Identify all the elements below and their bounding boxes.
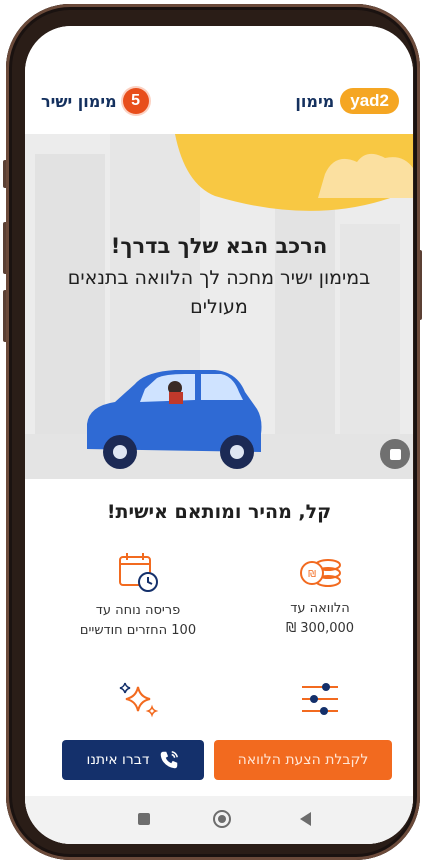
status-bar [25, 26, 413, 66]
stop-icon [389, 448, 401, 460]
mimun-yashir-logo[interactable]: 5 מימון ישיר [41, 88, 149, 114]
back-button[interactable] [300, 812, 311, 826]
app-header: yad2 מימון 5 מימון ישיר [25, 66, 413, 136]
feature-installments: פריסה נוחה עד 100 החזרים חודשיים [53, 551, 223, 641]
cta-row: לקבלת הצעת הלוואה דברו איתנו [25, 740, 413, 786]
feature-loan-amount: ₪ הלוואה עד 300,000 ₪ [235, 551, 405, 639]
feature-installments-line1: פריסה נוחה עד [95, 603, 181, 618]
hero-banner: הרכב הבא שלך בדרך! במימון ישיר מחכה לך ה… [25, 134, 413, 479]
feature-installments-line2: 100 החזרים חודשיים [79, 623, 197, 638]
phone-frame: yad2 מימון 5 מימון ישיר הרכב הבא שלך בדר… [6, 4, 420, 860]
home-button[interactable] [213, 810, 231, 828]
svg-text:₪: ₪ [308, 569, 316, 580]
feature-fast [53, 679, 223, 727]
hero-subtitle: במימון ישיר מחכה לך הלוואה בתנאים מעולים [67, 267, 371, 318]
mimun-yashir-badge: 5 [122, 88, 149, 114]
video-stop-button[interactable] [380, 439, 410, 469]
yad2-mimun-logo[interactable]: yad2 מימון [295, 88, 399, 114]
android-nav-bar [25, 796, 413, 844]
home-icon [218, 815, 226, 823]
hero-title: הרכב הבא שלך בדרך! [110, 234, 328, 258]
calendar-clock-icon [119, 553, 158, 592]
phone-screen: yad2 מימון 5 מימון ישיר הרכב הבא שלך בדר… [25, 26, 413, 844]
sliders-icon [302, 683, 338, 715]
section-title: קל, מהיר ומותאם אישית! [106, 501, 332, 523]
recent-apps-button[interactable] [138, 813, 150, 825]
contact-us-button[interactable]: דברו איתנו [62, 740, 204, 780]
mimun-yashir-brand-text: מימון ישיר [41, 91, 117, 111]
yad2-logo-pill: yad2 [340, 88, 399, 114]
feature-loan-line2: 300,000 ₪ [285, 621, 355, 636]
sparkles-icon [119, 682, 159, 718]
get-loan-offer-button[interactable]: לקבלת הצעת הלוואה [214, 740, 392, 780]
feature-custom [235, 679, 405, 727]
phone-call-icon [160, 751, 178, 769]
coins-icon: ₪ [300, 559, 341, 587]
yad2-brand-text: מימון [295, 91, 335, 111]
bg-building [340, 224, 400, 454]
features-section: קל, מהיר ומותאם אישית! ₪ הלוואה עד 300,0… [25, 479, 413, 844]
feature-loan-line1: הלוואה עד [290, 601, 350, 616]
contact-us-label: דברו איתנו [86, 752, 150, 768]
